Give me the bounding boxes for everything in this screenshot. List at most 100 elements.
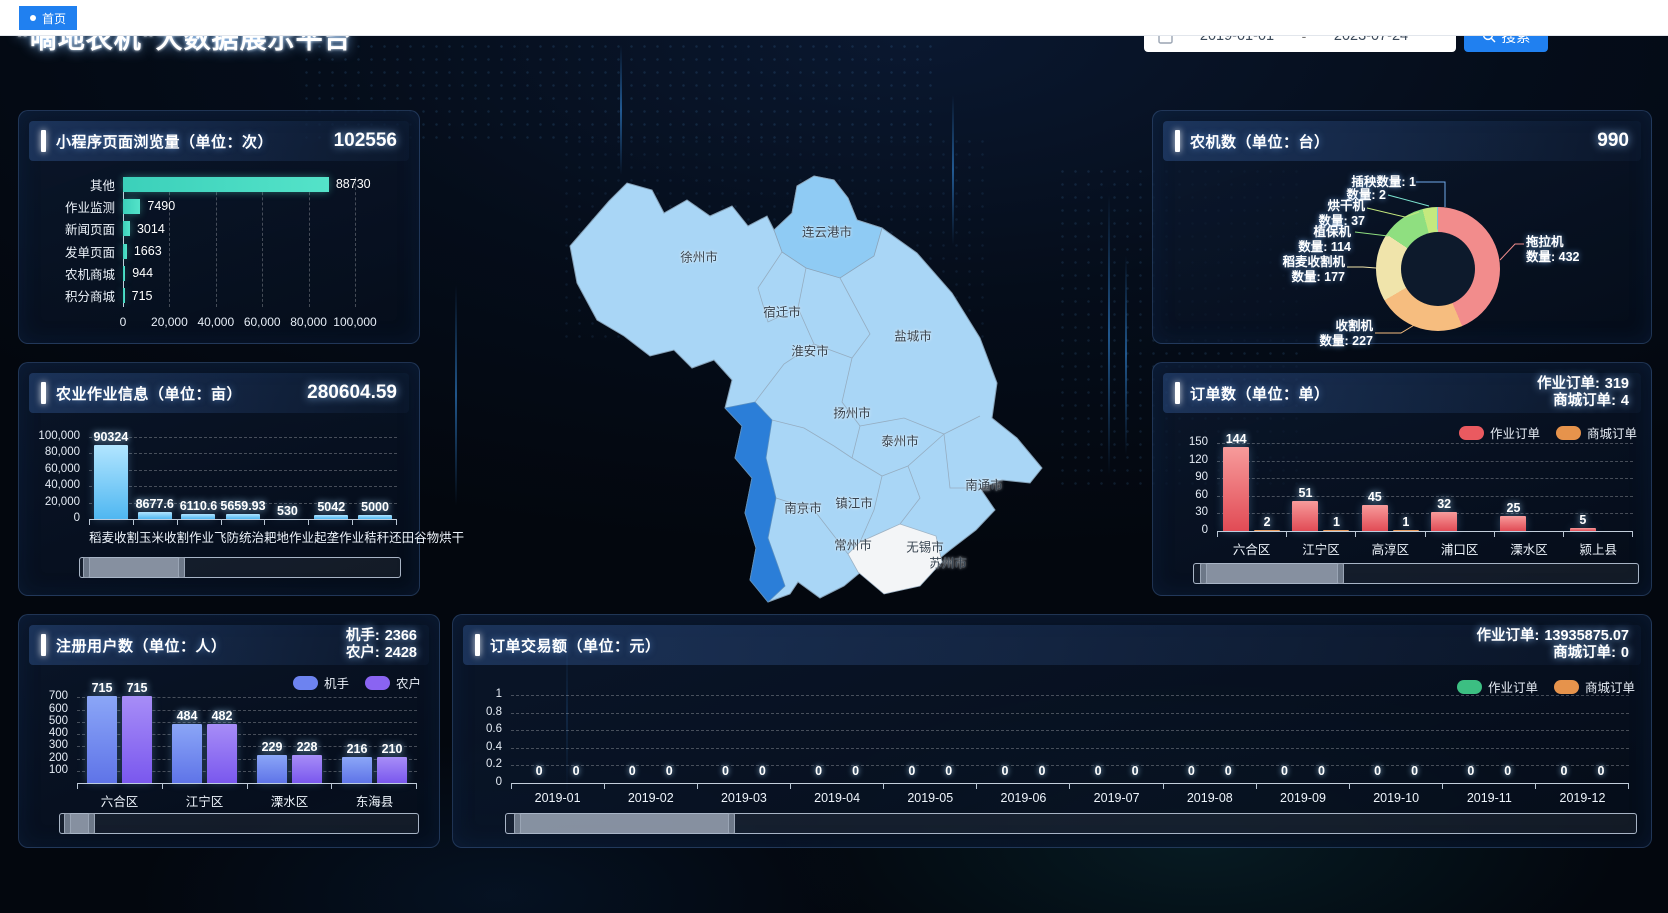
bar-value-label: 484 <box>177 709 198 723</box>
tab-home[interactable]: 首页 <box>19 6 77 30</box>
bar-value-label: 88730 <box>336 177 371 191</box>
bar-group: 1442 <box>1217 443 1286 531</box>
legend-item-jishou[interactable]: 机手 <box>293 673 349 692</box>
bar-value-label: 5000 <box>361 500 389 514</box>
datazoom-handle[interactable] <box>517 814 732 833</box>
datazoom-handle[interactable] <box>86 558 182 577</box>
x-label: 稻麦收割 <box>89 527 139 546</box>
bar-value-label: 144 <box>1226 432 1247 446</box>
bar-col: 482 <box>207 695 237 783</box>
x-tick <box>89 519 134 525</box>
y-tick-label: 60,000 <box>33 463 80 477</box>
bar-group: 5000 <box>353 437 397 519</box>
city-label-changzhou[interactable]: 常州市 <box>834 535 872 554</box>
cells: 000000000000000000000000 <box>511 695 1629 783</box>
revenue-datazoom-slider[interactable] <box>505 813 1637 834</box>
value-label: 0 <box>722 764 729 778</box>
bar-row: 其他88730 <box>31 175 405 194</box>
value-label: 0 <box>1411 764 1418 778</box>
datazoom-handle[interactable] <box>1203 564 1341 583</box>
bar-track: 715 <box>123 288 355 303</box>
panel-users-header: 注册用户数（单位：人） 机手:2366 农户:2428 <box>29 625 429 665</box>
panel-farmwork-total: 280604.59 <box>307 382 397 404</box>
x-tick <box>309 519 353 525</box>
bar-value-label: 1 <box>1333 515 1340 529</box>
legend-item-mall-orders[interactable]: 商城订单 <box>1554 677 1635 696</box>
panel-users: 注册用户数（单位：人） 机手:2366 农户:2428 机手 农户 700600… <box>18 614 440 848</box>
value-label: 0 <box>536 764 543 778</box>
legend-item-work-orders[interactable]: 作业订单 <box>1459 423 1540 442</box>
bar-value-label: 216 <box>347 742 368 756</box>
legend-swatch <box>1459 426 1484 440</box>
bar-col <box>1531 443 1557 531</box>
month-cell: 00 <box>1256 695 1349 783</box>
bar <box>207 724 237 783</box>
bar-track: 88730 <box>123 177 355 192</box>
bar <box>138 512 172 519</box>
x-tick <box>977 783 1070 789</box>
value-label: 0 <box>1132 764 1139 778</box>
users-datazoom-slider[interactable] <box>59 813 419 834</box>
farmwork-datazoom-slider[interactable] <box>79 557 401 578</box>
x-label: 2019-02 <box>604 791 697 805</box>
city-label-lianyungang[interactable]: 连云港市 <box>802 222 852 241</box>
month-cell: 00 <box>697 695 790 783</box>
city-label-nanjing[interactable]: 南京市 <box>784 498 822 517</box>
legend-item-nonghu[interactable]: 农户 <box>365 673 421 692</box>
x-tick <box>1564 531 1633 537</box>
x-labels: 六合区江宁区高淳区浦口区溧水区颍上县 <box>1217 539 1633 558</box>
city-label-yangzhou[interactable]: 扬州市 <box>833 403 871 422</box>
datazoom-handle[interactable] <box>67 814 92 833</box>
x-tick <box>1426 531 1495 537</box>
x-label: 2019-06 <box>977 791 1070 805</box>
plot-area: 10.80.60.40.2000000000000000000000000020… <box>511 695 1629 783</box>
bar <box>1223 447 1249 531</box>
value-label: 0 <box>908 764 915 778</box>
x-ticks: 020,00040,00060,00080,000100,000 <box>123 315 355 331</box>
bar-col: 484 <box>172 695 202 783</box>
bg-streak <box>455 285 457 505</box>
value-label: 0 <box>1504 764 1511 778</box>
x-tick <box>884 783 977 789</box>
bar-value-label: 90324 <box>94 430 129 444</box>
city-label-zhenjiang[interactable]: 镇江市 <box>835 493 873 512</box>
jiangsu-province-map[interactable]: 徐州市 连云港市 宿迁市 淮安市 盐城市 扬州市 泰州市 南通市 镇江市 南京市… <box>552 158 1052 608</box>
bar-col: 5000 <box>358 437 392 519</box>
city-label-nantong[interactable]: 南通市 <box>965 475 1003 494</box>
x-tick <box>791 783 884 789</box>
bar-track: 1663 <box>123 244 355 259</box>
orders-datazoom-slider[interactable] <box>1193 563 1639 584</box>
city-label-huaian[interactable]: 淮安市 <box>791 341 829 360</box>
bar <box>1431 512 1457 531</box>
city-label-yancheng[interactable]: 盐城市 <box>894 326 932 345</box>
x-tick <box>265 519 309 525</box>
x-tick <box>178 519 222 525</box>
bg-streak <box>1108 195 1110 475</box>
tab-home-label: 首页 <box>42 10 66 27</box>
y-tick-label: 0 <box>467 776 502 790</box>
donut-leader-lines <box>1153 111 1651 343</box>
city-label-xuzhou[interactable]: 徐州市 <box>680 247 718 266</box>
value-label: 0 <box>666 764 673 778</box>
x-label: 江宁区 <box>1286 539 1355 558</box>
bar-col: 8677.6 <box>136 437 174 519</box>
value-label: 0 <box>852 764 859 778</box>
bar-value-label: 5659.93 <box>220 499 265 513</box>
category-label: 其他 <box>31 175 123 194</box>
bar-value-label: 5 <box>1579 513 1586 527</box>
value-label: 0 <box>1225 764 1232 778</box>
city-label-taizhou[interactable]: 泰州市 <box>881 431 919 450</box>
legend-item-work-orders[interactable]: 作业订单 <box>1457 677 1538 696</box>
legend-item-mall-orders[interactable]: 商城订单 <box>1556 423 1637 442</box>
x-label: 溧水区 <box>1494 539 1563 558</box>
bar-value-label: 715 <box>127 681 148 695</box>
city-label-suqian[interactable]: 宿迁市 <box>763 302 801 321</box>
panel-revenue-header: 订单交易额（单位：元） 作业订单:13935875.07 商城订单:0 <box>463 625 1641 665</box>
x-tick-label: 0 <box>120 315 127 329</box>
x-label: 耙地作业 <box>264 527 314 546</box>
bar-group: 5 <box>1564 443 1633 531</box>
city-label-suzhou[interactable]: 苏州市 <box>929 553 967 572</box>
bar-row: 农机商城944 <box>31 264 405 283</box>
y-tick-label: 100 <box>33 764 68 778</box>
bar <box>377 757 407 783</box>
